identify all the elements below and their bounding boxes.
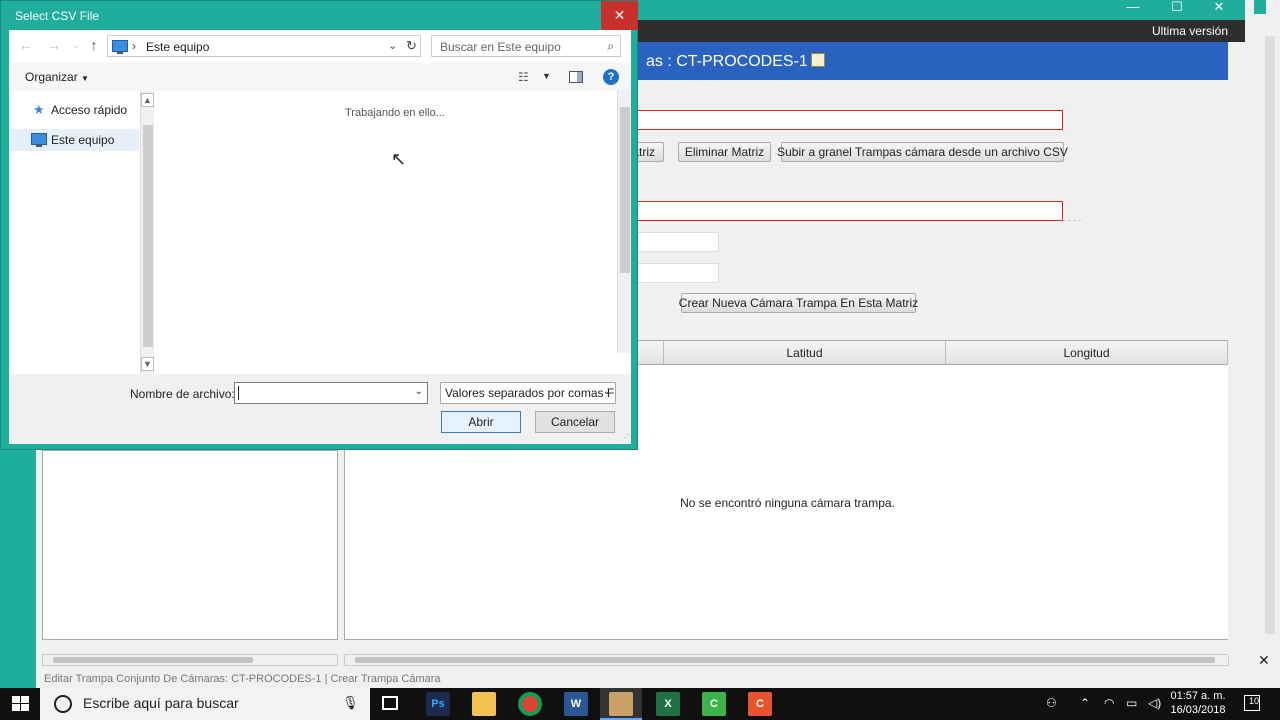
task-view-icon[interactable] [382, 696, 398, 710]
filename-input[interactable]: ⌄ [234, 382, 428, 404]
view-options-icon[interactable]: ☷ [518, 70, 529, 84]
main-hscrollbar[interactable] [344, 654, 1229, 666]
chevron-down-icon[interactable]: ⌄ [415, 386, 423, 397]
nav-scrollbar[interactable]: ▲ ▼ [140, 91, 154, 374]
chevron-down-icon[interactable]: ▼ [542, 71, 551, 81]
close-icon[interactable]: ✕ [1258, 652, 1270, 669]
resize-grip-icon[interactable]: ⋰ [621, 433, 629, 442]
text-caret [238, 386, 239, 400]
up-arrow-icon[interactable]: ↑ [87, 37, 101, 53]
help-icon[interactable]: ? [603, 69, 619, 85]
left-panel [42, 450, 338, 640]
side-strip: ✕ [1245, 0, 1280, 688]
file-scrollbar[interactable] [617, 91, 631, 353]
dialog-footer: Nombre de archivo: ⌄ Valores separados p… [9, 374, 631, 444]
search-icon[interactable]: ⌕ [607, 39, 614, 54]
clock-time: 01:57 a. m. [1170, 690, 1226, 702]
latitude-field[interactable] [636, 232, 719, 252]
camtasia-editor-icon[interactable]: C [748, 692, 772, 716]
scroll-down-icon[interactable]: ▼ [141, 357, 154, 371]
command-bar: Organizar ▼ ☷ ▼ ? [9, 63, 631, 91]
chevron-up-icon[interactable]: ⌃ [1080, 696, 1090, 710]
select-csv-dialog: Select CSV File ✕ ← → ⌄ ↑ › Este equipo … [0, 0, 638, 450]
close-icon[interactable]: ✕ [1198, 0, 1240, 20]
forward-arrow-icon[interactable]: → [47, 37, 61, 53]
navigation-pane: ★ Acceso rápido Este equipo ▲ ▼ [9, 91, 155, 374]
battery-icon[interactable]: ▭ [1126, 696, 1137, 710]
notifications-icon[interactable]: 10 [1244, 695, 1260, 711]
version-label[interactable]: Ultima versión [1152, 24, 1228, 38]
close-icon[interactable]: ✕ [601, 1, 638, 30]
volume-icon[interactable]: ◁) [1148, 696, 1161, 710]
organize-menu[interactable]: Organizar ▼ [25, 70, 89, 84]
open-button[interactable]: Abrir [441, 411, 521, 433]
column-header-longitude[interactable]: Longitud [946, 341, 1228, 365]
longitude-field[interactable] [636, 263, 719, 283]
file-list-pane[interactable]: Trabajando en ello... ↖ [155, 91, 631, 374]
nav-item-this-pc[interactable]: Este equipo [9, 129, 139, 151]
scroll-up-icon[interactable]: ▲ [141, 93, 154, 107]
photoshop-icon[interactable]: Ps [426, 692, 450, 716]
preview-pane-icon[interactable] [569, 71, 583, 83]
windows-start-icon[interactable] [12, 696, 30, 712]
minimize-icon[interactable]: — [1112, 0, 1154, 20]
search-input[interactable]: Buscar en Este equipo ⌕ [431, 35, 621, 57]
left-hscrollbar[interactable] [42, 654, 338, 666]
app-vscrollbar[interactable] [1228, 42, 1240, 656]
filename-label: Nombre de archivo: [130, 387, 235, 401]
taskbar-search-placeholder: Escribe aquí para buscar [83, 695, 239, 711]
file-explorer-icon[interactable] [472, 692, 496, 716]
working-status: Trabajando en ello... [345, 107, 445, 119]
nav-item-label: Este equipo [51, 133, 115, 147]
people-icon[interactable]: ⚇ [1046, 696, 1057, 710]
column-header-latitude[interactable]: Latitud [664, 341, 946, 365]
chrome-icon[interactable] [518, 692, 542, 716]
computer-icon [31, 133, 47, 147]
clock-date: 16/03/2018 [1170, 704, 1226, 716]
computer-icon [112, 40, 128, 54]
address-bar[interactable]: › Este equipo ⌄ ↻ [107, 35, 421, 57]
camtasia-recorder-icon[interactable]: C [702, 692, 726, 716]
create-camera-button[interactable]: Crear Nueva Cámara Trampa En Esta Matriz [679, 293, 918, 313]
dialog-title: Select CSV File [15, 9, 100, 23]
cortana-icon [54, 695, 72, 713]
chevron-down-icon: ▼ [81, 74, 89, 83]
taskbar-clock[interactable]: 01:57 a. m. 16/03/2018 [1168, 689, 1228, 717]
delete-matrix-button[interactable]: Eliminar Matriz [678, 142, 771, 162]
maximize-icon[interactable]: ☐ [1156, 0, 1198, 20]
back-arrow-icon[interactable]: ← [19, 37, 33, 53]
nav-item-quick-access[interactable]: ★ Acceso rápido [9, 99, 139, 121]
bulk-upload-csv-button[interactable]: Subir a granel Trampas cámara desde un a… [777, 142, 1068, 162]
word-icon[interactable]: W [564, 692, 588, 716]
filetype-value: Valores separados por comas Fi [445, 386, 616, 400]
excel-icon[interactable]: X [656, 692, 680, 716]
microphone-icon[interactable]: 🎙 [342, 695, 359, 711]
taskbar: Escribe aquí para buscar 🎙 Ps W X C C ⚇ … [0, 688, 1280, 720]
cancel-button[interactable]: Cancelar [535, 411, 615, 433]
organize-label: Organizar [25, 70, 78, 84]
chevron-down-icon[interactable]: ⌄ [388, 39, 397, 52]
dialog-body: ← → ⌄ ↑ › Este equipo ⌄ ↻ Buscar en Este… [9, 30, 631, 444]
refresh-icon[interactable]: ↻ [406, 38, 417, 54]
active-app-icon[interactable] [609, 692, 633, 716]
edit-icon[interactable] [811, 53, 825, 67]
status-bar: Editar Trampa Conjunto De Cámaras: CT-PR… [36, 670, 1245, 688]
taskbar-search[interactable]: Escribe aquí para buscar 🎙 [40, 688, 370, 720]
matrix-name-field[interactable] [636, 110, 1063, 130]
camera-name-field[interactable] [636, 201, 1063, 221]
address-row: ← → ⌄ ↑ › Este equipo ⌄ ↻ Buscar en Este… [9, 30, 631, 63]
notifications-count: 10 [1248, 696, 1259, 706]
chevron-down-icon: ⌄ [602, 386, 611, 397]
mouse-cursor-icon: ↖ [391, 149, 407, 169]
page-title: as : CT-PROCODES-1 [646, 53, 808, 70]
empty-table-message: No se encontró ninguna cámara trampa. [680, 496, 895, 510]
nav-item-label: Acceso rápido [51, 103, 128, 117]
search-placeholder: Buscar en Este equipo [440, 40, 561, 54]
filetype-select[interactable]: Valores separados por comas Fi ⌄ [440, 382, 616, 404]
recent-dropdown-icon[interactable]: ⌄ [69, 37, 83, 53]
address-text: Este equipo [146, 40, 210, 54]
chevron-right-icon[interactable]: › [132, 39, 136, 53]
star-icon: ★ [33, 102, 45, 117]
wifi-icon[interactable]: ◠ [1104, 696, 1114, 710]
